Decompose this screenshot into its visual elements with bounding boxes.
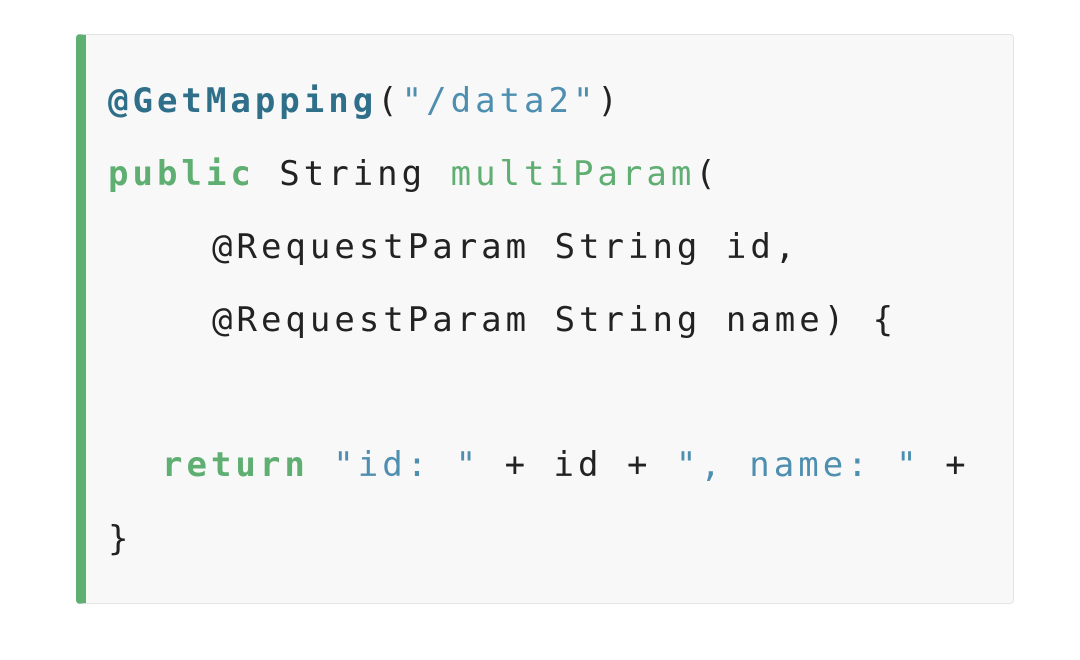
string-name-label: ", name: " — [675, 445, 921, 485]
method-name: multiParam — [450, 154, 696, 194]
code-line-7: } — [108, 517, 132, 561]
code-line-6: return "id: " + id + ", name: " + — [162, 443, 970, 487]
keyword-public: public — [108, 154, 255, 194]
paren-open: ( — [377, 81, 402, 121]
method-paren-open: ( — [695, 154, 720, 194]
concat-id: + id + — [480, 445, 676, 485]
code-line-4: @RequestParam String name) { — [212, 298, 897, 342]
annotation-get-mapping: @GetMapping — [108, 81, 378, 121]
code-line-3: @RequestParam String id, — [212, 225, 799, 269]
code-block: @GetMapping("/data2") public String mult… — [76, 34, 1014, 604]
return-type: String — [254, 154, 451, 194]
param-id: @RequestParam String id, — [212, 227, 800, 267]
concat-op: + — [920, 445, 970, 485]
string-id-label: "id: " — [308, 445, 481, 485]
param-name: @RequestParam String name) { — [212, 300, 898, 340]
closing-brace: } — [108, 519, 133, 559]
code-line-1: @GetMapping("/data2") — [108, 79, 622, 123]
keyword-return: return — [162, 445, 309, 485]
code-line-2: public String multiParam( — [108, 152, 720, 196]
code-content: @GetMapping("/data2") public String mult… — [108, 35, 1013, 603]
mapping-path-string: "/data2" — [401, 81, 598, 121]
paren-close: ) — [597, 81, 622, 121]
